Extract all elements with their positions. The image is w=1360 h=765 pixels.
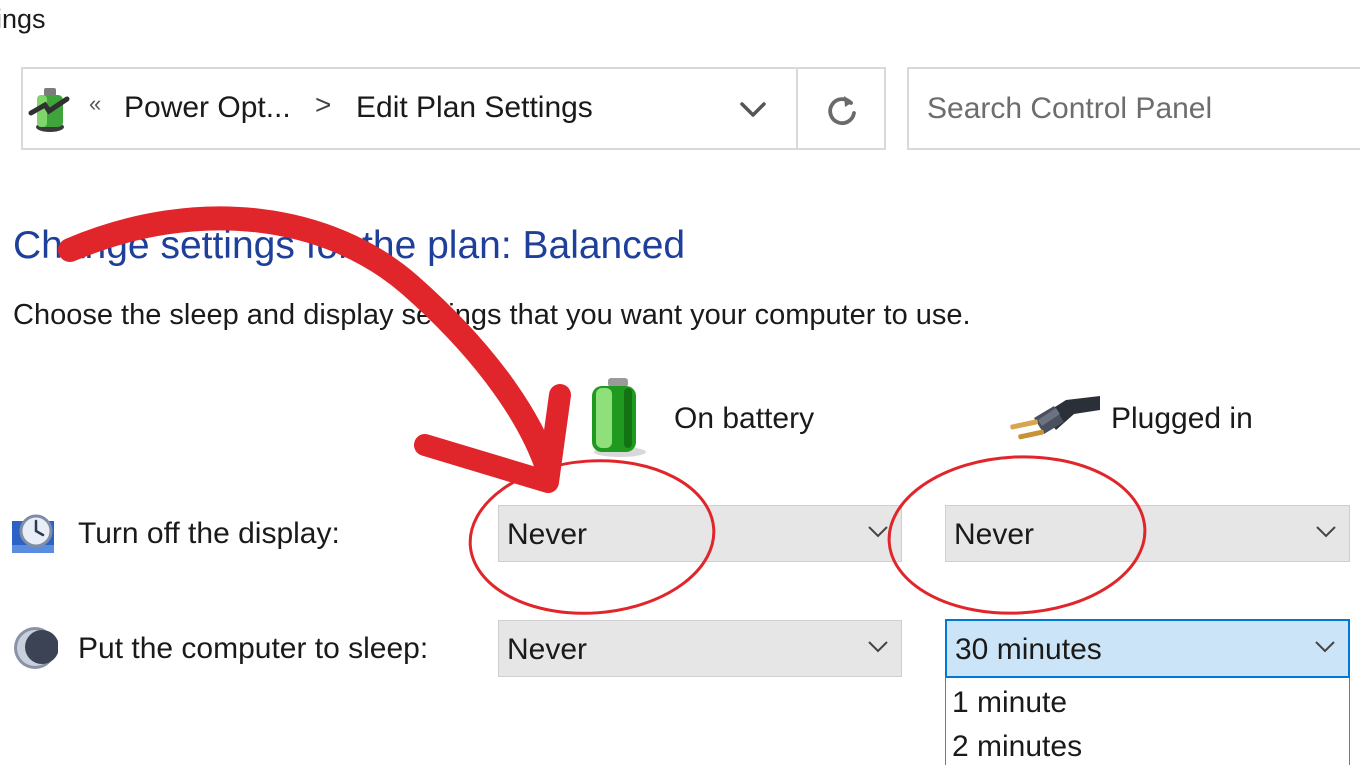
sleep-battery-value: Never [507,633,588,666]
chevron-down-icon [868,641,888,653]
sleep-plugged-value: 30 minutes [955,633,1102,666]
window-title: ings [0,4,46,34]
moon-icon [14,627,58,669]
dropdown-option-2-minutes[interactable]: 2 minutes [952,730,1082,764]
address-divider [796,69,798,148]
chevron-down-icon [868,526,888,538]
chevron-down-icon[interactable] [735,93,771,125]
put-computer-to-sleep-label: Put the computer to sleep: [78,632,429,665]
turn-off-display-label: Turn off the display: [78,517,340,550]
breadcrumb-power-options[interactable]: Power Opt... [124,91,291,125]
search-placeholder: Search Control Panel [927,92,1213,125]
sleep-plugged-dropdown-list: 1 minute 2 minutes [945,678,1350,765]
power-options-icon [28,88,70,132]
back-chevron[interactable]: « [89,91,101,117]
dropdown-option-1-minute[interactable]: 1 minute [952,686,1067,720]
refresh-icon[interactable] [823,91,861,129]
sleep-battery-select[interactable]: Never [498,620,902,677]
sleep-plugged-select[interactable]: 30 minutes [945,619,1350,678]
chevron-down-icon [1316,526,1336,538]
chevron-down-icon [1315,641,1335,653]
breadcrumb-separator-icon: > [315,89,332,120]
plug-icon [1010,396,1100,440]
display-plugged-select[interactable]: Never [945,505,1350,562]
breadcrumb-edit-plan-settings[interactable]: Edit Plan Settings [356,91,593,125]
monitor-clock-icon [12,514,54,553]
column-plugged-in: Plugged in [1111,402,1253,435]
column-on-battery: On battery [674,402,815,435]
page-title: Change settings for the plan: Balanced [13,224,686,267]
display-battery-value: Never [507,518,588,551]
annotation-arrowhead [414,384,571,493]
page-description: Choose the sleep and display settings th… [13,299,971,331]
address-bar[interactable]: « Power Opt... > Edit Plan Settings [21,67,886,150]
search-input[interactable]: Search Control Panel [907,67,1360,150]
display-battery-select[interactable]: Never [498,505,902,562]
battery-icon [592,378,646,457]
display-plugged-value: Never [954,518,1035,551]
